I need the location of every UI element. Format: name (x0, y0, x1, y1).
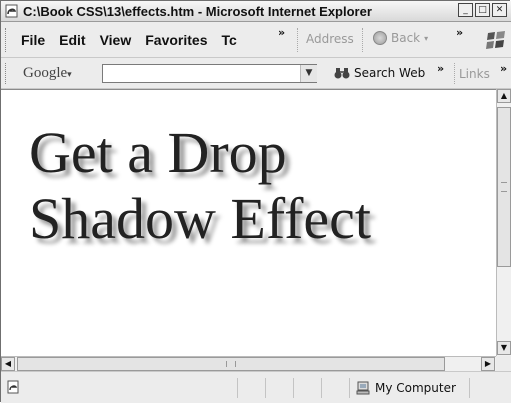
maximize-icon[interactable]: □ (475, 3, 490, 17)
links-overflow-chevron[interactable]: » (500, 62, 507, 75)
close-icon[interactable]: ✕ (492, 3, 507, 17)
horizontal-scroll-thumb[interactable] (17, 357, 445, 371)
google-toolbar: Google▾ ▼ Search Web » Links » (1, 58, 511, 89)
scroll-right-icon[interactable]: ▶ (481, 357, 495, 371)
address-overflow-chevron[interactable]: » (456, 26, 463, 39)
menu-edit[interactable]: Edit (59, 32, 85, 48)
menu-favorites[interactable]: Favorites (145, 32, 207, 48)
search-web-label: Search Web (354, 66, 426, 80)
headline-line-2: Shadow Effect (29, 186, 371, 251)
thumb-grip (226, 361, 236, 367)
thumb-grip (501, 182, 507, 192)
vertical-scrollbar[interactable]: ▲ ▼ (496, 89, 511, 356)
google-toolbar-overflow-chevron[interactable]: » (437, 62, 444, 75)
security-zone: My Computer (356, 381, 456, 395)
my-computer-icon (356, 381, 370, 395)
menu-tools[interactable]: Tc (221, 32, 236, 48)
minimize-icon[interactable]: _ (458, 3, 473, 17)
google-logo: Google (23, 65, 68, 81)
back-label: Back (391, 31, 421, 45)
drop-shadow-headline: Get a Drop Shadow Effect (29, 120, 371, 252)
status-divider (321, 378, 322, 398)
ie-document-icon (5, 4, 18, 18)
vertical-scroll-thumb[interactable] (497, 107, 511, 267)
address-label[interactable]: Address (306, 32, 354, 46)
back-dropdown-icon[interactable]: ▾ (424, 34, 428, 43)
toolbar-grip[interactable] (5, 28, 9, 52)
browser-window: C:\Book CSS\13\effects.htm - Microsoft I… (0, 0, 511, 403)
binoculars-icon (334, 68, 350, 79)
links-button[interactable]: Links (459, 67, 490, 81)
menu-file[interactable]: File (21, 32, 45, 48)
toolbar-separator (297, 28, 299, 52)
scroll-down-icon[interactable]: ▼ (497, 341, 511, 355)
menu-view[interactable]: View (100, 32, 132, 48)
scrollbar-corner (496, 356, 511, 371)
search-dropdown-icon[interactable]: ▼ (300, 65, 317, 82)
page-status-icon (7, 380, 19, 394)
status-divider (293, 378, 294, 398)
headline-line-1: Get a Drop (29, 120, 287, 185)
google-logo-menu[interactable]: Google▾ (23, 65, 72, 82)
google-menu-arrow-icon: ▾ (67, 69, 72, 79)
scroll-up-icon[interactable]: ▲ (497, 89, 511, 103)
menu-bar: File Edit View Favorites Tc » Address Ba… (1, 22, 511, 58)
google-search-input[interactable] (102, 64, 317, 83)
back-arrow-icon (373, 31, 387, 45)
status-divider (349, 378, 350, 398)
toolbar-separator (454, 63, 456, 84)
window-title: C:\Book CSS\13\effects.htm - Microsoft I… (23, 4, 372, 19)
windows-logo-icon (486, 31, 505, 49)
title-bar: C:\Book CSS\13\effects.htm - Microsoft I… (1, 1, 511, 22)
toolbar-separator (362, 28, 364, 52)
horizontal-scrollbar[interactable]: ◀ ▶ (1, 356, 496, 371)
toolbar-grip[interactable] (5, 63, 9, 84)
menu-overflow-chevron[interactable]: » (278, 26, 285, 39)
status-divider (265, 378, 266, 398)
status-divider (237, 378, 238, 398)
zone-label: My Computer (375, 381, 456, 395)
search-web-button[interactable]: Search Web (334, 66, 425, 80)
back-button[interactable]: Back ▾ (373, 31, 428, 45)
status-bar: My Computer (1, 371, 511, 403)
page-content: Get a Drop Shadow Effect (1, 89, 496, 356)
status-divider (469, 378, 470, 398)
scroll-left-icon[interactable]: ◀ (1, 357, 15, 371)
